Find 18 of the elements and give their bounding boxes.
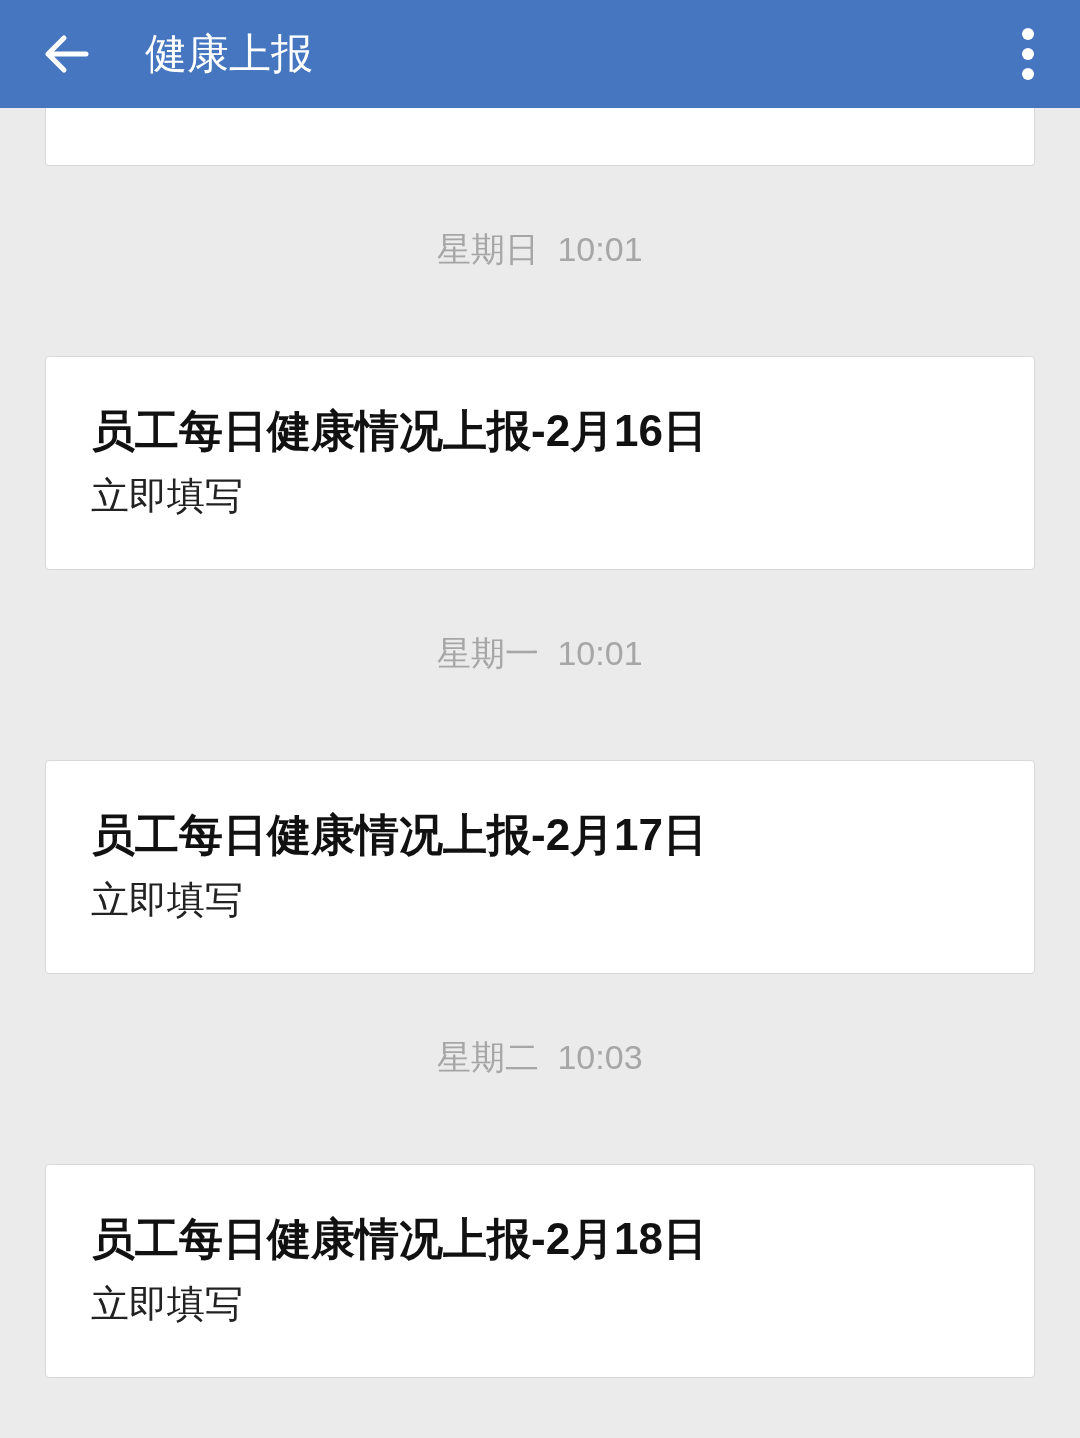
message-card[interactable]: 员工每日健康情况上报-2月17日 立即填写 bbox=[45, 760, 1035, 974]
back-arrow-icon bbox=[43, 34, 89, 74]
message-time: 10:01 bbox=[557, 636, 643, 670]
message-title: 员工每日健康情况上报-2月17日 bbox=[91, 813, 709, 857]
message-title: 员工每日健康情况上报-2月16日 bbox=[91, 409, 709, 453]
more-dots-icon bbox=[1021, 27, 1035, 81]
fill-in-link[interactable]: 立即填写 bbox=[91, 881, 989, 919]
message-day: 星期日 bbox=[437, 232, 540, 266]
message-time: 10:01 bbox=[557, 232, 643, 266]
message-title: 员工每日健康情况上报-2月18日 bbox=[91, 1217, 709, 1261]
fill-in-link[interactable]: 立即填写 bbox=[91, 1285, 989, 1323]
message-day: 星期一 bbox=[437, 636, 540, 670]
fill-in-link[interactable]: 立即填写 bbox=[91, 477, 989, 515]
message-time: 10:03 bbox=[557, 1040, 643, 1074]
message-card[interactable]: 员工每日健康情况上报-2月18日 立即填写 bbox=[45, 1164, 1035, 1378]
message-card[interactable]: 员工每日健康情况上报-2月16日 立即填写 bbox=[45, 356, 1035, 570]
message-day: 星期二 bbox=[437, 1040, 540, 1074]
header-title: 健康上报 bbox=[145, 33, 313, 75]
